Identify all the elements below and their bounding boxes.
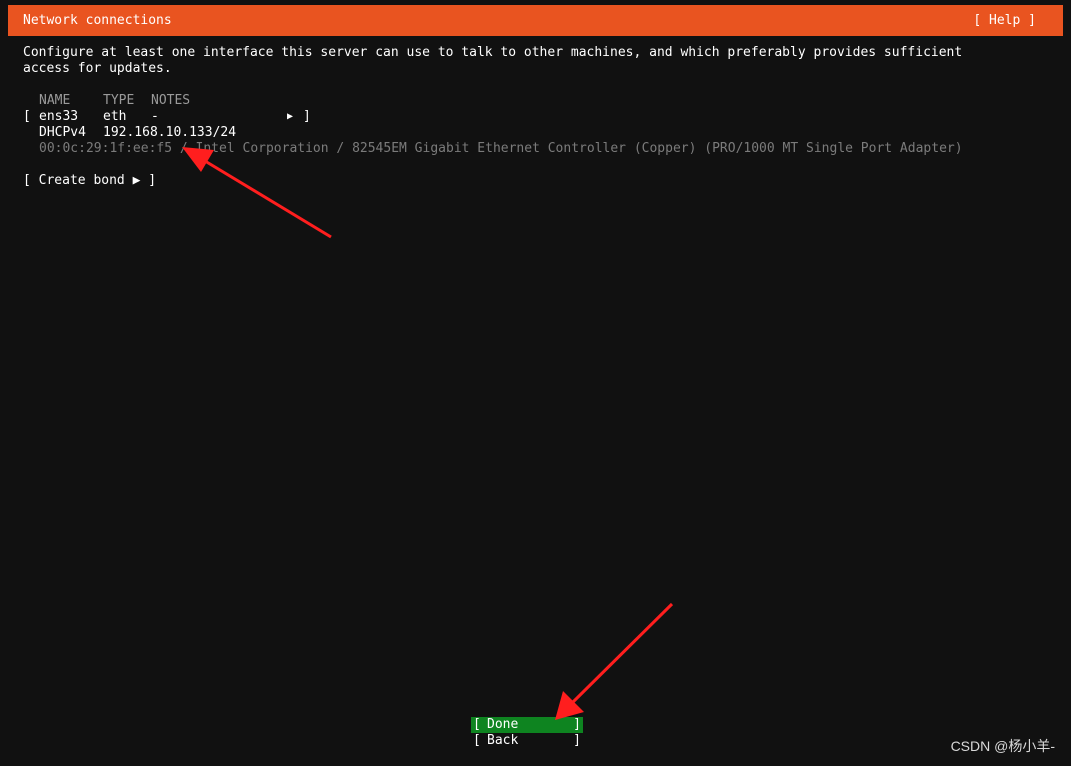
dhcp-label: DHCPv4	[39, 125, 86, 140]
help-button[interactable]: [ Help ]	[973, 13, 1036, 29]
column-header-type: TYPE	[103, 93, 135, 108]
red-arrow-icon	[555, 602, 674, 720]
column-header-name: NAME	[39, 93, 71, 108]
arrow-head	[555, 691, 584, 720]
done-button[interactable]: [ Done ]	[471, 717, 583, 733]
interface-notes: -	[151, 109, 159, 124]
mac-info: 00:0c:29:1f:ee:f5 / Intel Corporation / …	[39, 141, 963, 156]
back-label: Back	[487, 733, 519, 748]
interface-type: eth	[103, 109, 127, 124]
ip-address: 192.168.10.133/24	[103, 125, 237, 140]
watermark: CSDN @杨小羊-	[950, 738, 1055, 754]
back-open-bracket: [	[473, 733, 481, 748]
interface-name: ens33	[39, 109, 79, 124]
create-bond-button[interactable]: [ Create bond ▶ ]	[23, 173, 156, 189]
done-open-bracket: [	[473, 717, 481, 732]
done-close-bracket: ]	[573, 717, 581, 732]
page-title: Network connections	[23, 13, 172, 28]
column-header-notes: NOTES	[151, 93, 191, 108]
description-line-2: access for updates.	[23, 61, 172, 76]
back-button[interactable]: [ Back ]	[471, 733, 583, 749]
description-line-1: Configure at least one interface this se…	[23, 45, 963, 60]
table-header: NAME TYPE NOTES	[0, 93, 1071, 109]
arrow-shaft	[204, 159, 332, 239]
arrow-shaft	[570, 602, 674, 705]
header-bar: Network connections [ Help ]	[8, 5, 1063, 36]
back-close-bracket: ]	[573, 733, 581, 748]
red-arrow-icon	[182, 147, 332, 239]
interface-row-ens33[interactable]: [ ens33 eth - ▶ ]	[0, 109, 320, 125]
done-label: Done	[487, 717, 519, 732]
dhcp-row: DHCPv4 192.168.10.133/24	[0, 125, 400, 141]
expand-arrow-icon: ▶	[287, 111, 294, 122]
row-open-bracket: [	[23, 109, 31, 124]
row-close-bracket: ]	[303, 109, 311, 124]
